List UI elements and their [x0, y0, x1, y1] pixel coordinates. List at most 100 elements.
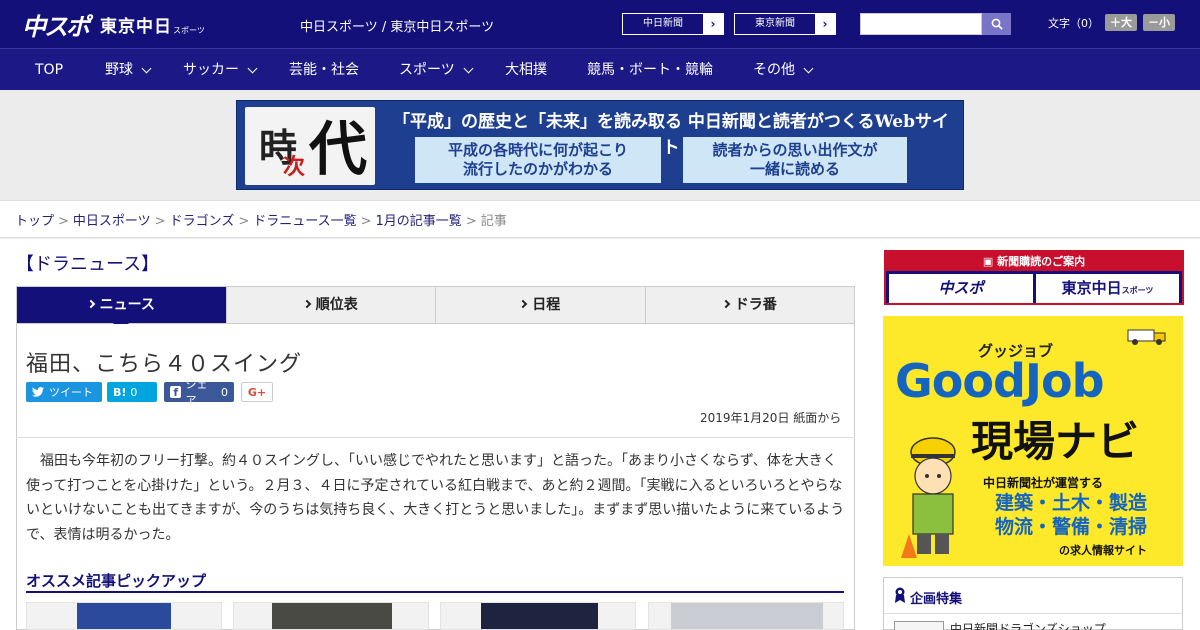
- feature-divider: [884, 613, 1182, 614]
- ad-job-line: 物流・警備・清掃: [995, 516, 1148, 538]
- logo-chuspo: 中スポ: [22, 12, 90, 41]
- banner-box-line: 平成の各時代に何が起こり: [447, 141, 628, 159]
- pickup-item[interactable]: [233, 602, 429, 630]
- breadcrumb-separator: >: [58, 214, 69, 229]
- site-names: 中日スポーツ / 東京中日スポーツ: [300, 20, 495, 35]
- google-plus-icon: G+: [247, 385, 267, 399]
- nav-baseball[interactable]: 野球: [105, 49, 152, 91]
- nav-label: その他: [753, 61, 795, 78]
- ad-job-line: 建築・土木・製造: [995, 492, 1148, 514]
- facebook-share-button[interactable]: f シェア 0: [164, 378, 234, 407]
- breadcrumb-chunichi-sports[interactable]: 中日スポーツ: [73, 214, 151, 229]
- chevron-down-icon: [463, 63, 474, 73]
- facebook-label: シェア: [185, 378, 208, 407]
- hatena-icon: B!: [113, 385, 127, 399]
- subscription-title: 新聞購読のご案内: [997, 255, 1086, 268]
- subscription-header: ▣ 新聞購読のご案内: [886, 252, 1182, 271]
- breadcrumb-dora-news-list[interactable]: ドラニュース一覧: [253, 214, 356, 229]
- ribbon-icon: [895, 587, 905, 603]
- search-box: [860, 13, 1011, 35]
- chevron-right-icon: ›: [703, 14, 723, 34]
- ad-job-types: 建築・土木・製造 物流・警備・清掃: [995, 491, 1147, 539]
- chevron-down-icon: [247, 63, 258, 73]
- nav-top[interactable]: TOP: [35, 49, 63, 91]
- ad-operator: 中日新聞社が運営する: [983, 476, 1104, 490]
- tab-schedule[interactable]: 日程: [435, 287, 645, 323]
- nav-other[interactable]: その他: [753, 49, 814, 91]
- hatena-bookmark-button[interactable]: B! 0: [107, 382, 157, 402]
- jidai-banner-ad[interactable]: 時 次 代 「平成」の歴史と「未来」を読み取る 中日新聞と読者がつくるWebサイ…: [236, 100, 964, 190]
- facebook-icon: f: [170, 386, 182, 399]
- pickup-title: オススメ記事ピックアップ: [26, 572, 207, 590]
- newspaper-icon: ▣: [982, 255, 998, 268]
- font-size-label: 文字（0）: [1048, 16, 1099, 30]
- pickup-item[interactable]: [440, 602, 636, 630]
- chunichi-shimbun-link[interactable]: 中日新聞 ›: [622, 13, 724, 35]
- nav-label: 芸能・社会: [289, 61, 359, 78]
- nav-sports[interactable]: スポーツ: [399, 49, 474, 91]
- breadcrumb-dragons[interactable]: ドラゴンズ: [170, 214, 235, 229]
- article-title: 福田、こちら４０スイング: [26, 352, 303, 377]
- hatena-count: 0: [130, 385, 138, 399]
- subscribe-tokyo-chunichi[interactable]: 東京中日スポーツ: [1036, 274, 1179, 303]
- breadcrumb-separator: >: [238, 214, 250, 229]
- logo-tokyo-chunichi: 東京中日: [100, 16, 172, 37]
- search-button[interactable]: [982, 13, 1011, 35]
- nav-racing[interactable]: 競馬・ボート・競輪: [587, 49, 713, 91]
- tab-label: 順位表: [315, 297, 358, 313]
- search-icon: [991, 18, 1003, 30]
- google-plus-button[interactable]: G+: [241, 382, 273, 402]
- tokyo-shimbun-link[interactable]: 東京新聞 ›: [734, 13, 836, 35]
- pickup-underline: [26, 591, 844, 593]
- font-larger-button[interactable]: ＋大: [1105, 14, 1137, 31]
- subscribe-chuspo[interactable]: 中スポ: [889, 274, 1033, 303]
- subscription-box[interactable]: ▣ 新聞購読のご案内 中スポ 東京中日スポーツ: [884, 250, 1184, 305]
- tab-label: 日程: [532, 297, 561, 313]
- breadcrumb-separator: >: [154, 214, 166, 229]
- nav-soccer[interactable]: サッカー: [183, 49, 258, 91]
- pickup-thumbnail: [272, 603, 392, 629]
- nav-label: スポーツ: [399, 61, 455, 78]
- feature-thumbnail[interactable]: [894, 621, 944, 630]
- truck-icon: [1127, 329, 1166, 345]
- chevron-right-icon: [519, 299, 528, 308]
- font-size-control: 文字（0） ＋大 －小: [1048, 14, 1175, 31]
- ad-site-caption: の求人情報サイト: [1059, 544, 1147, 557]
- tab-news[interactable]: ニュース: [17, 287, 226, 331]
- chevron-right-icon: [302, 299, 311, 308]
- search-input[interactable]: [860, 13, 982, 35]
- subscribe-tokyo-label: 東京中日: [1061, 279, 1122, 297]
- site-logo[interactable]: 中スポ 東京中日 スポーツ: [22, 8, 205, 41]
- nav-entertainment[interactable]: 芸能・社会: [289, 49, 359, 91]
- pickup-item[interactable]: [26, 602, 222, 630]
- banner-kanji-tsugi: 次: [283, 154, 306, 180]
- chevron-down-icon: [803, 63, 814, 73]
- dora-tabs: ニュース 順位表 日程 ドラ番: [16, 286, 855, 331]
- feature-item-dragons-shop[interactable]: 中日新聞ドラゴンズショップ: [950, 620, 1106, 630]
- chevron-right-icon: ›: [815, 14, 835, 34]
- tab-standings[interactable]: 順位表: [225, 287, 436, 323]
- banner-logo: 時 次 代: [245, 107, 375, 185]
- feature-box: 企画特集 中日新聞ドラゴンズショップ: [883, 577, 1183, 630]
- font-smaller-button[interactable]: －小: [1143, 14, 1175, 31]
- nav-label: 競馬・ボート・競輪: [587, 61, 713, 78]
- article-body: 福田も今年初のフリー打撃。約４０スイングし、「いい感じでやれたと思います」と語っ…: [26, 453, 845, 543]
- breadcrumb-separator: >: [465, 214, 477, 229]
- tweet-button[interactable]: ツイート: [26, 382, 102, 402]
- nav-label: 野球: [105, 61, 133, 78]
- tab-label: ドラ番: [734, 297, 777, 313]
- ad-brand: GoodJob: [895, 354, 1105, 408]
- chevron-right-icon: [86, 299, 95, 308]
- banner-box-essays: 読者からの思い出作文が 一緒に読める: [683, 137, 907, 183]
- tab-dora-ban[interactable]: ドラ番: [644, 287, 855, 323]
- pickup-item[interactable]: [648, 602, 844, 630]
- breadcrumb-top[interactable]: トップ: [15, 214, 54, 229]
- banner-box-line: 流行したのかがわかる: [462, 160, 613, 178]
- chevron-right-icon: [721, 299, 730, 308]
- pickup-thumbnail: [671, 603, 823, 629]
- banner-box-line: 読者からの思い出作文が: [712, 141, 878, 159]
- breadcrumb-separator: >: [360, 214, 372, 229]
- goodjob-navi-ad[interactable]: グッジョブ GoodJob 現場ナビ 中日新聞社が運営する 建築・土木・製造 物…: [883, 316, 1183, 566]
- nav-sumo[interactable]: 大相撲: [505, 49, 547, 91]
- breadcrumb-january-list[interactable]: 1月の記事一覧: [376, 214, 462, 229]
